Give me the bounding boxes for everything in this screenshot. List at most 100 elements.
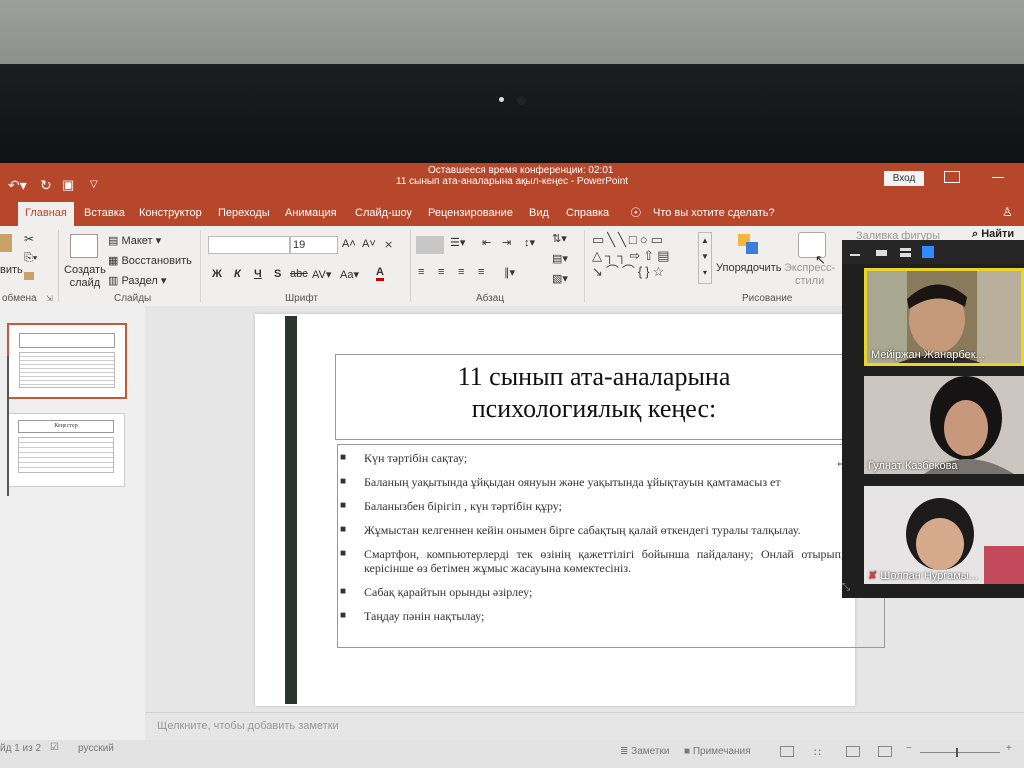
slide-title-line-2: психологиялық кеңес: <box>471 394 717 423</box>
zoom-slider[interactable] <box>920 752 1000 753</box>
participant-tile[interactable]: Мейіржан Жанарбек... <box>864 268 1024 366</box>
bullets-icon[interactable] <box>416 236 444 254</box>
comments-button[interactable]: ■ Примечания <box>684 746 751 757</box>
normal-view-icon[interactable] <box>780 746 794 757</box>
zoom-in-icon[interactable]: + <box>1006 743 1012 754</box>
quick-styles-label-1: Экспресс- <box>784 262 836 274</box>
comment-icon: ■ <box>684 746 693 757</box>
user-icon[interactable]: ♙ <box>1002 205 1013 219</box>
font-size-select[interactable]: 19 <box>290 236 338 254</box>
justify-icon[interactable]: ≡ <box>478 266 484 278</box>
tab-review[interactable]: Рецензирование <box>428 207 513 219</box>
clear-format-icon[interactable]: ⨯ <box>384 238 393 251</box>
thumbnail-2-body <box>18 437 114 473</box>
tell-me-search[interactable]: Что вы хотите сделать? <box>653 207 775 219</box>
customize-icon[interactable]: ▽ <box>90 179 98 190</box>
sign-in-button[interactable]: Вход <box>884 171 924 186</box>
quick-styles-button[interactable]: Экспресс- стили <box>784 262 835 288</box>
numbering-icon[interactable]: ☰▾ <box>450 236 465 249</box>
group-font: Шрифт <box>285 293 318 304</box>
tab-animations[interactable]: Анимация <box>285 207 337 219</box>
tab-help[interactable]: Справка <box>566 207 609 219</box>
cut-icon[interactable]: ✂ <box>24 232 34 246</box>
participant-name: Гулнат Казбекова <box>868 460 958 472</box>
shadow-icon[interactable]: S <box>274 268 281 280</box>
slide-thumbnail-1[interactable] <box>7 323 127 399</box>
notes-pane[interactable]: Щелкните, чтобы добавить заметки <box>145 712 1024 741</box>
slideshow-icon[interactable]: ▣ <box>62 177 74 193</box>
participant-tile[interactable]: ✘ Шолпан Нургамы... <box>864 486 1024 584</box>
shapes-gallery[interactable]: ▭╲╲□○▭ △┐┐⇨⇧▤ ↘⌒⌒{}☆ <box>592 232 710 282</box>
tab-slideshow[interactable]: Слайд-шоу <box>355 207 412 219</box>
thumbnail-1-title <box>19 333 115 348</box>
spellcheck-icon[interactable]: ☑ <box>50 742 59 753</box>
slide-title-box[interactable]: 11 сынып ата-аналарына психологиялық кең… <box>335 354 853 440</box>
bullet-item: Баланың уақытында ұйқыдан оянуын және уа… <box>338 475 884 489</box>
reading-view-icon[interactable] <box>846 746 860 757</box>
language-indicator[interactable]: русский <box>78 743 114 754</box>
minimize-panel-icon[interactable] <box>850 254 860 256</box>
strip-view-icon[interactable] <box>876 250 887 256</box>
increase-indent-icon[interactable]: ⇥ <box>502 236 511 249</box>
smartart-icon[interactable]: ▧▾ <box>552 272 568 285</box>
undo-icon[interactable]: ↶▾ <box>8 177 27 194</box>
conference-timer: Оставшееся время конференции: 02:01 <box>428 165 614 176</box>
resize-handle-icon[interactable]: ⤡ <box>842 582 850 593</box>
text-direction-icon[interactable]: ⇅▾ <box>552 232 567 245</box>
align-right-icon[interactable]: ≡ <box>458 266 464 278</box>
tab-home[interactable]: Главная <box>18 202 74 229</box>
tab-file[interactable] <box>0 204 6 224</box>
ribbon-display-icon[interactable] <box>944 171 960 183</box>
tab-view[interactable]: Вид <box>529 207 549 219</box>
section-button[interactable]: ▥ Раздел ▾ <box>108 274 166 287</box>
underline-icon[interactable]: Ч <box>254 268 262 280</box>
columns-icon[interactable]: ∥▾ <box>504 266 515 279</box>
tab-design[interactable]: Конструктор <box>139 207 202 219</box>
paste-icon[interactable] <box>0 234 12 252</box>
bold-icon[interactable]: Ж <box>212 268 222 280</box>
align-left-icon[interactable]: ≡ <box>418 266 424 278</box>
participant-tile[interactable]: Гулнат Казбекова <box>864 376 1024 474</box>
decrease-indent-icon[interactable]: ⇤ <box>482 236 491 249</box>
align-text-icon[interactable]: ▤▾ <box>552 252 568 265</box>
shapes-scroll-icon[interactable]: ▲ ▼ ▾ <box>698 232 712 284</box>
document-title: 11 сынып ата-аналарына ақыл-кеңес - Powe… <box>396 176 629 187</box>
new-slide-label[interactable]: Создать слайд <box>64 264 106 290</box>
slide-sorter-icon[interactable]: ∷ <box>814 746 821 759</box>
gallery-view-icon[interactable] <box>922 246 934 258</box>
layout-button[interactable]: ▤ Макет ▾ <box>108 234 161 247</box>
minimize-icon[interactable] <box>992 177 1004 178</box>
slide-content-box[interactable]: Күн тәртібін сақтау; Баланың уақытында ұ… <box>337 444 885 648</box>
notes-button[interactable]: ≣ Заметки <box>620 746 669 757</box>
font-name-select[interactable] <box>208 236 290 254</box>
copy-icon[interactable]: ⎘▾ <box>24 252 37 265</box>
strikethrough-icon[interactable]: abc <box>290 268 308 280</box>
line-spacing-icon[interactable]: ↕▾ <box>524 236 535 249</box>
paste-label[interactable]: вить <box>0 264 23 276</box>
slideshow-view-icon[interactable] <box>878 746 892 757</box>
tab-insert[interactable]: Вставка <box>84 207 125 219</box>
section-icon: ▥ <box>108 275 122 287</box>
reset-button[interactable]: ▦ Восстановить <box>108 254 192 267</box>
zoom-slider-thumb[interactable] <box>956 748 958 757</box>
slide-thumbnail-2[interactable]: Кеңестер <box>7 413 125 487</box>
font-color-icon[interactable]: A <box>376 266 384 281</box>
quick-styles-label-2: стили <box>794 275 825 287</box>
redo-icon[interactable]: ↻ <box>40 177 52 194</box>
speaker-view-icon[interactable] <box>900 248 911 257</box>
shrink-font-icon[interactable]: A˅ <box>362 238 376 250</box>
tab-transitions[interactable]: Переходы <box>218 207 270 219</box>
layout-icon: ▤ <box>108 235 122 247</box>
italic-icon[interactable]: К <box>234 268 241 280</box>
grow-font-icon[interactable]: A˄ <box>342 238 356 250</box>
arrange-button[interactable]: Упорядочить <box>716 262 781 274</box>
arrange-icon[interactable] <box>738 234 760 256</box>
dialog-launcher-icon[interactable]: ⇲ <box>46 294 53 303</box>
char-spacing-icon[interactable]: AV▾ <box>312 268 331 281</box>
new-slide-icon[interactable] <box>70 234 98 258</box>
zoom-out-icon[interactable]: − <box>906 743 912 754</box>
format-painter-icon[interactable] <box>24 272 34 280</box>
align-center-icon[interactable]: ≡ <box>438 266 444 278</box>
change-case-icon[interactable]: Aa▾ <box>340 268 359 281</box>
bullet-item: Күн тәртібін сақтау; <box>338 451 884 465</box>
